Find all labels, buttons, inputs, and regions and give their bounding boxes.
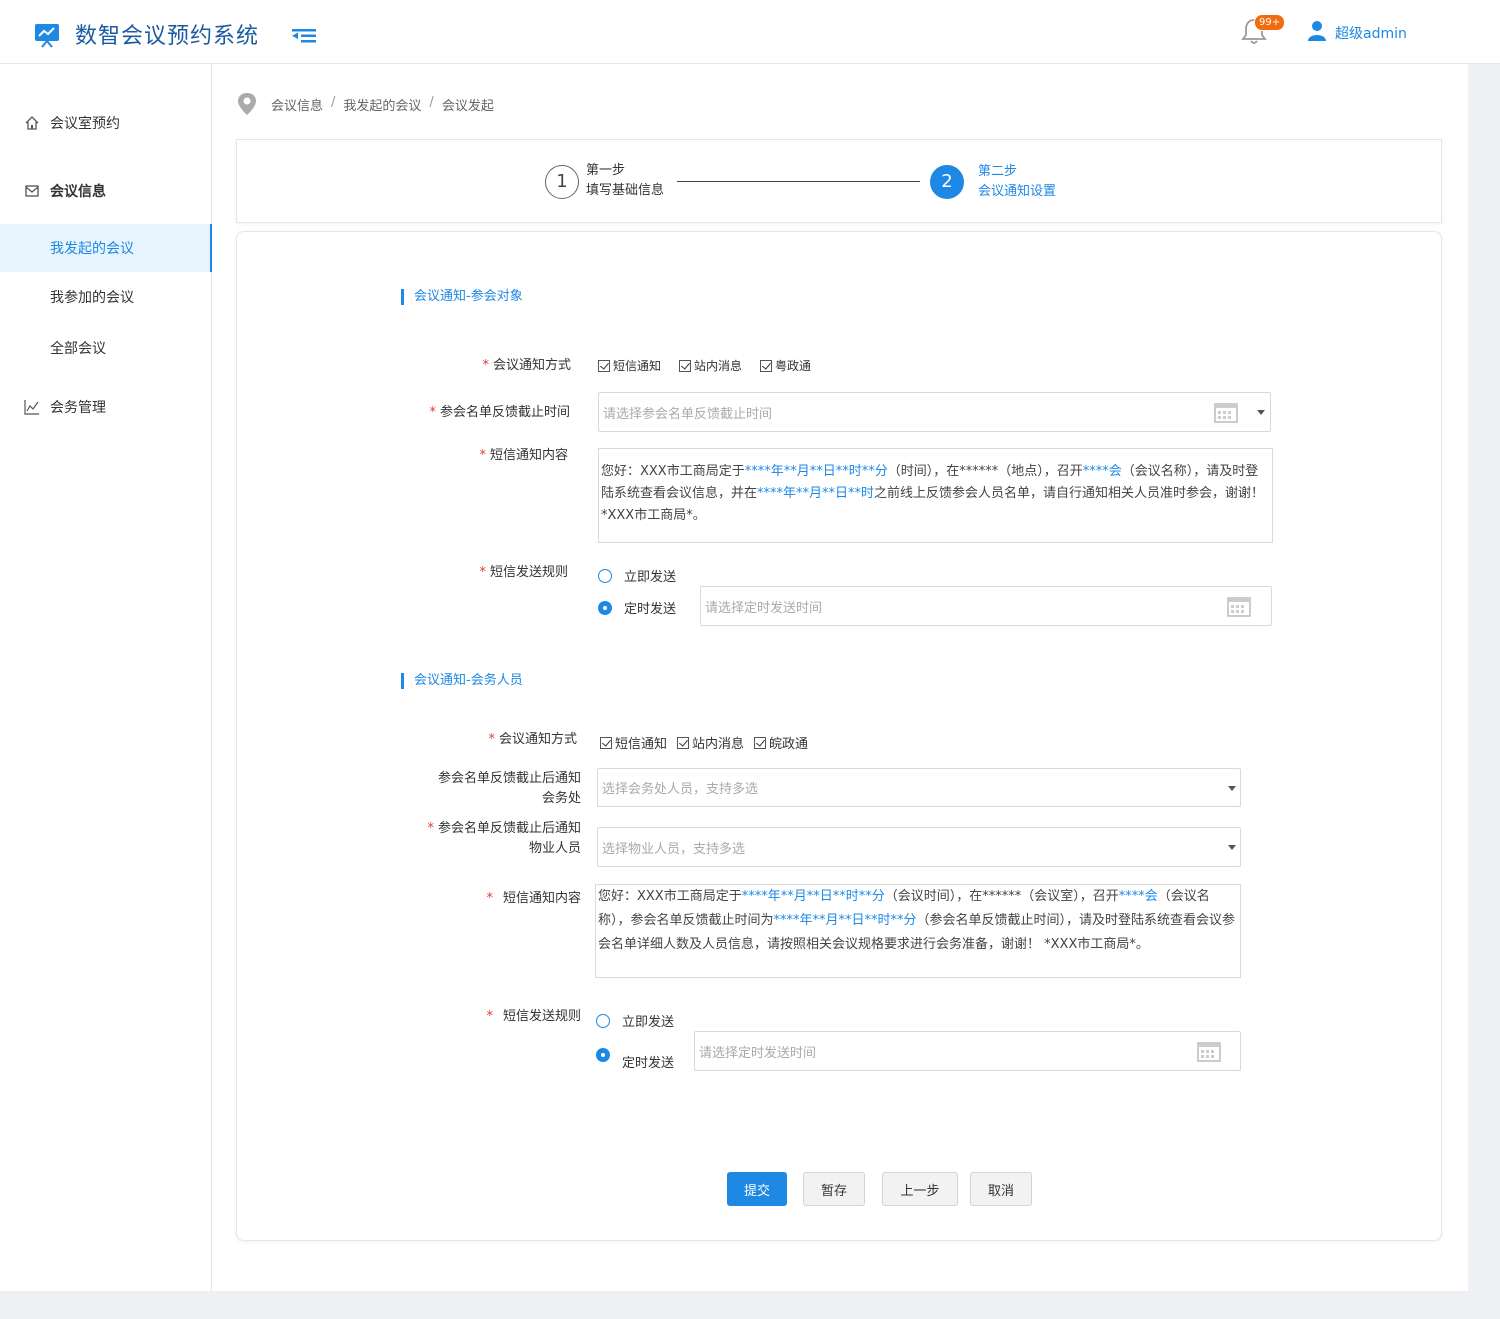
- user-icon[interactable]: [1308, 20, 1326, 42]
- menu-collapse-icon[interactable]: [292, 26, 316, 46]
- calendar-icon: [1214, 403, 1238, 423]
- scheduled-time-input[interactable]: 请选择定时发送时间: [700, 586, 1272, 626]
- checkbox-yuezhengtong[interactable]: 粤政通: [760, 357, 811, 374]
- scheduled-time-input[interactable]: 请选择定时发送时间: [694, 1031, 1241, 1071]
- sidebar: 会议室预约 会议信息 我发起的会议 我参加的会议 全部会议 会务管理: [0, 64, 212, 1291]
- checkbox-internal-message[interactable]: 站内消息: [679, 357, 742, 374]
- breadcrumb-separator: /: [331, 95, 336, 110]
- notify-method-label: * 会议通知方式: [488, 732, 577, 747]
- presentation-chart-icon: [35, 24, 59, 48]
- sms-content-textarea[interactable]: 您好：XXX市工商局定于****年**月**日**时**分（会议时间），在***…: [595, 884, 1241, 978]
- section-title-affairs-staff: 会议通知-会务人员: [401, 673, 523, 689]
- property-staff-select[interactable]: 选择物业人员，支持多选: [597, 827, 1241, 867]
- steps-card: 1 第一步 填写基础信息 2 第二步 会议通知设置: [236, 139, 1442, 223]
- sidebar-item-label: 我参加的会议: [50, 290, 134, 306]
- breadcrumb-item[interactable]: 我发起的会议: [343, 95, 421, 114]
- breadcrumb-separator: /: [429, 95, 434, 110]
- sidebar-item-label: 会议室预约: [50, 116, 120, 132]
- user-name-link[interactable]: 超级admin: [1335, 23, 1407, 43]
- prev-step-button[interactable]: 上一步: [882, 1172, 958, 1206]
- breadcrumb-item: 会议发起: [441, 99, 494, 114]
- submit-button[interactable]: 提交: [727, 1172, 787, 1206]
- step1-desc: 填写基础信息: [586, 183, 665, 198]
- location-pin-icon: [238, 93, 256, 115]
- calendar-icon: [1197, 1042, 1221, 1062]
- radio-send-scheduled[interactable]: 定时发送: [596, 1038, 674, 1071]
- step2-title: 第二步: [978, 164, 1018, 179]
- top-header: 数智会议预约系统 99+ 超级admin: [0, 0, 1500, 64]
- sidebar-item-label: 我发起的会议: [50, 241, 134, 257]
- sidebar-item-my-initiated[interactable]: 我发起的会议: [0, 224, 212, 272]
- form-card: [236, 231, 1442, 1241]
- send-rule-label: * 短信发送规则: [486, 1009, 581, 1024]
- checkbox-sms[interactable]: 短信通知: [598, 357, 661, 374]
- sms-content-label: * 短信通知内容: [479, 448, 568, 463]
- sidebar-item-label: 会务管理: [50, 400, 106, 416]
- notify-method-checkboxes: 短信通知 站内消息 皖政通: [600, 733, 818, 752]
- radio-send-now[interactable]: 立即发送: [598, 566, 676, 585]
- step1-number: 1: [545, 165, 579, 199]
- section-title-attendees: 会议通知-参会对象: [401, 289, 523, 305]
- notify-method-checkboxes: 短信通知 站内消息 粤政通: [598, 357, 821, 374]
- sidebar-item-all-meetings[interactable]: 全部会议: [0, 324, 212, 372]
- sms-content-label: * 短信通知内容: [486, 891, 581, 906]
- home-icon: [25, 116, 39, 130]
- calendar-icon: [1227, 597, 1251, 617]
- radio-send-now[interactable]: 立即发送: [596, 1011, 674, 1030]
- page-bottom: [0, 1291, 1500, 1319]
- sidebar-item-label: 全部会议: [50, 341, 106, 357]
- step-connector: [677, 181, 920, 182]
- sidebar-item-meeting-info[interactable]: 会议信息: [0, 167, 212, 215]
- step2-desc: 会议通知设置: [978, 184, 1057, 199]
- save-draft-button[interactable]: 暂存: [803, 1172, 865, 1206]
- mail-icon: [25, 185, 39, 197]
- breadcrumb-item[interactable]: 会议信息: [271, 95, 323, 114]
- sidebar-item-label: 会议信息: [50, 184, 106, 200]
- checkbox-wanzhengtong[interactable]: 皖政通: [754, 733, 808, 752]
- cancel-button[interactable]: 取消: [970, 1172, 1032, 1206]
- line-chart-icon: [24, 400, 39, 415]
- step1-title: 第一步: [586, 163, 626, 178]
- sidebar-item-my-joined[interactable]: 我参加的会议: [0, 273, 212, 321]
- affairs-notify-label: 参会名单反馈截止后通知 会务处: [437, 771, 581, 806]
- sidebar-item-room-booking[interactable]: 会议室预约: [0, 99, 212, 147]
- affairs-staff-select[interactable]: 选择会务处人员，支持多选: [597, 768, 1241, 807]
- deadline-input[interactable]: 请选择参会名单反馈截止时间: [598, 392, 1271, 432]
- breadcrumb: 会议信息 / 我发起的会议 / 会议发起: [271, 95, 494, 114]
- scroll-gutter: [1468, 64, 1500, 1291]
- dropdown-caret-icon: [1228, 786, 1236, 791]
- notification-badge: 99+: [1254, 14, 1286, 31]
- sms-content-textarea[interactable]: 您好：XXX市工商局定于****年**月**日**时**分（时间），在*****…: [598, 448, 1273, 543]
- checkbox-sms[interactable]: 短信通知: [600, 733, 667, 752]
- dropdown-caret-icon: [1228, 845, 1236, 850]
- property-notify-label: * 参会名单反馈截止后通知 物业人员: [427, 821, 581, 856]
- dropdown-caret-icon: [1257, 410, 1265, 415]
- step2-number: 2: [930, 165, 964, 199]
- deadline-label: * 参会名单反馈截止时间: [429, 405, 570, 420]
- checkbox-internal-message[interactable]: 站内消息: [677, 733, 744, 752]
- notify-method-label: * 会议通知方式: [482, 358, 571, 373]
- step2-text: 第二步 会议通知设置: [978, 162, 1056, 202]
- app-title: 数智会议预约系统: [75, 24, 260, 49]
- sidebar-item-affairs[interactable]: 会务管理: [0, 383, 212, 431]
- step1-text: 第一步 填写基础信息: [586, 161, 664, 201]
- radio-send-scheduled[interactable]: 定时发送: [598, 598, 676, 617]
- send-rule-label: * 短信发送规则: [479, 565, 568, 580]
